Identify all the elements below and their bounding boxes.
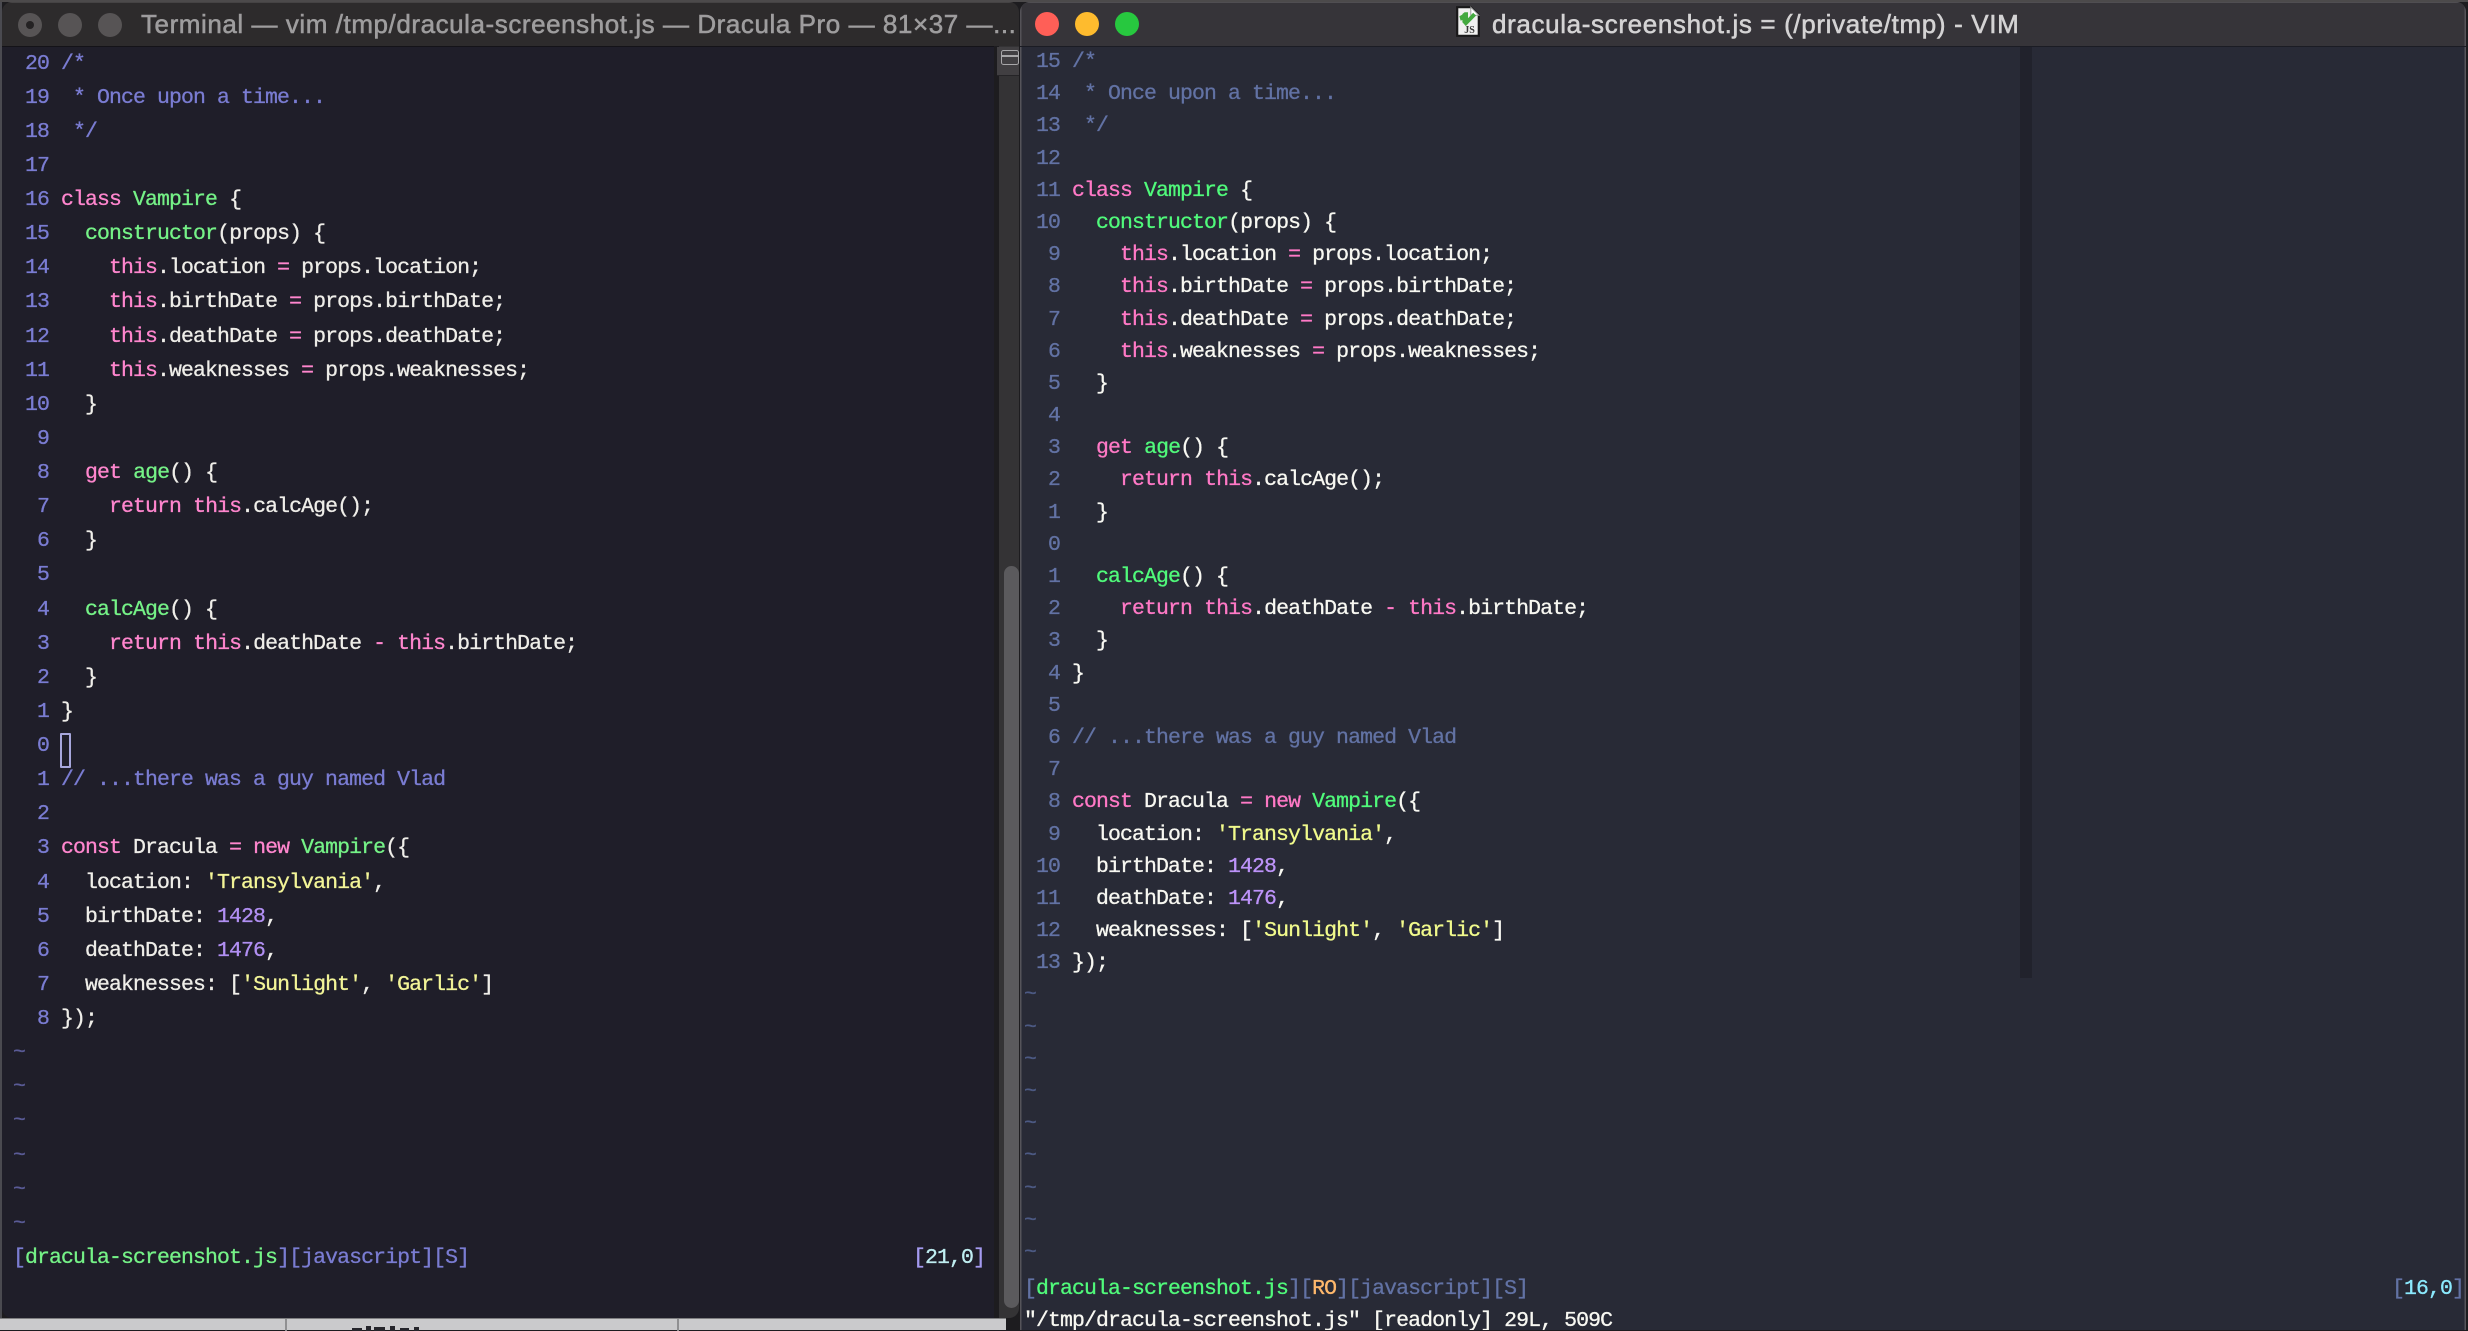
svg-text:JS: JS [1464, 25, 1475, 36]
